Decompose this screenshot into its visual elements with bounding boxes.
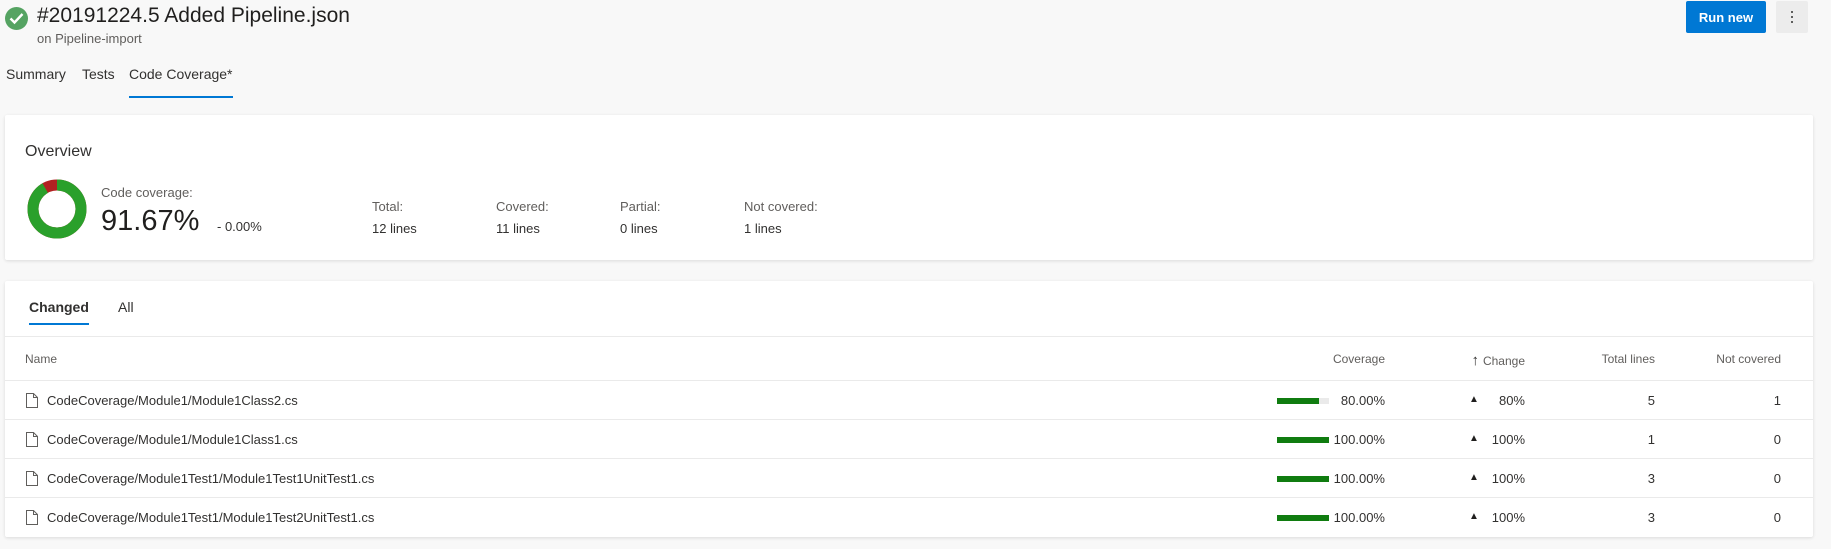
- not-covered-value: 1: [1773, 393, 1781, 408]
- code-coverage-change: - 0.00%: [217, 219, 262, 234]
- coverage-bar-fill: [1277, 398, 1319, 404]
- coverage-percent: 80.00%: [1340, 393, 1385, 408]
- change-percent: 100%: [1491, 471, 1525, 486]
- code-coverage-label: Code coverage:: [101, 185, 193, 200]
- file-name[interactable]: CodeCoverage/Module1/Module1Class1.cs: [47, 432, 298, 447]
- coverage-bar: [1277, 515, 1329, 521]
- table-row[interactable]: CodeCoverage/Module1Test1/Module1Test2Un…: [5, 498, 1813, 537]
- file-icon: [26, 393, 38, 408]
- branch-subtitle: on Pipeline-import: [37, 31, 142, 46]
- stat-total-value: 12 lines: [372, 221, 417, 236]
- stat-covered-label: Covered:: [496, 199, 549, 214]
- tab-code-coverage[interactable]: Code Coverage*: [129, 66, 233, 98]
- column-name[interactable]: Name: [25, 352, 57, 366]
- table-row[interactable]: CodeCoverage/Module1/Module1Class1.cs 10…: [5, 420, 1813, 459]
- not-covered-value: 0: [1773, 510, 1781, 525]
- column-change-label: Change: [1482, 354, 1525, 368]
- page-title: #20191224.5 Added Pipeline.json: [37, 4, 350, 27]
- coverage-donut-chart: [27, 179, 87, 239]
- overview-card: Overview Code coverage: 91.67% - 0.00% T…: [5, 115, 1813, 260]
- change-percent: 100%: [1491, 432, 1525, 447]
- tab-summary[interactable]: Summary: [6, 66, 66, 98]
- coverage-percent: 100.00%: [1333, 510, 1385, 525]
- triangle-up-icon: ▲: [1469, 472, 1479, 483]
- triangle-up-icon: ▲: [1469, 433, 1479, 444]
- success-check-icon: [5, 7, 28, 30]
- files-card: Changed All Name Coverage ↑ Change Total …: [5, 281, 1813, 537]
- total-lines-value: 5: [1647, 393, 1655, 408]
- column-coverage[interactable]: Coverage: [1333, 352, 1385, 366]
- change-percent: 80%: [1498, 393, 1525, 408]
- stat-total-label: Total:: [372, 199, 404, 214]
- coverage-bar: [1277, 398, 1329, 404]
- file-icon: [26, 510, 38, 525]
- change-percent: 100%: [1491, 510, 1525, 525]
- total-lines-value: 3: [1647, 471, 1655, 486]
- coverage-percent: 100.00%: [1333, 471, 1385, 486]
- column-change[interactable]: ↑ Change: [1471, 352, 1525, 369]
- subtab-all[interactable]: All: [118, 299, 134, 327]
- arrow-up-icon: ↑: [1471, 352, 1479, 369]
- coverage-bar: [1277, 476, 1329, 482]
- overview-title: Overview: [25, 143, 92, 160]
- total-lines-value: 3: [1647, 510, 1655, 525]
- stat-partial-value: 0 lines: [620, 221, 658, 236]
- coverage-percent: 100.00%: [1333, 432, 1385, 447]
- tab-tests[interactable]: Tests: [82, 66, 115, 98]
- total-lines-value: 1: [1647, 432, 1655, 447]
- table-row[interactable]: CodeCoverage/Module1Test1/Module1Test1Un…: [5, 459, 1813, 498]
- not-covered-value: 0: [1773, 471, 1781, 486]
- stat-not-covered-value: 1 lines: [744, 221, 782, 236]
- column-total-lines[interactable]: Total lines: [1602, 352, 1655, 366]
- more-options-button[interactable]: [1776, 1, 1808, 33]
- coverage-bar-fill: [1277, 437, 1329, 443]
- table-row[interactable]: CodeCoverage/Module1/Module1Class2.cs 80…: [5, 381, 1813, 420]
- code-coverage-value: 91.67%: [101, 205, 200, 237]
- file-icon: [26, 432, 38, 447]
- triangle-up-icon: ▲: [1469, 511, 1479, 522]
- stat-partial-label: Partial:: [620, 199, 661, 214]
- file-name[interactable]: CodeCoverage/Module1Test1/Module1Test2Un…: [47, 510, 374, 525]
- column-not-covered[interactable]: Not covered: [1716, 352, 1781, 366]
- file-icon: [26, 471, 38, 486]
- coverage-bar: [1277, 437, 1329, 443]
- table-header: Name Coverage ↑ Change Total lines Not co…: [5, 336, 1813, 381]
- triangle-up-icon: ▲: [1469, 394, 1479, 405]
- coverage-bar-fill: [1277, 476, 1329, 482]
- file-name[interactable]: CodeCoverage/Module1Test1/Module1Test1Un…: [47, 471, 374, 486]
- donut-covered-segment: [27, 179, 87, 239]
- stat-covered-value: 11 lines: [496, 221, 540, 236]
- stat-not-covered-label: Not covered:: [744, 199, 818, 214]
- page-header: #20191224.5 Added Pipeline.json on Pipel…: [0, 0, 1831, 110]
- file-name[interactable]: CodeCoverage/Module1/Module1Class2.cs: [47, 393, 298, 408]
- subtab-changed[interactable]: Changed: [29, 299, 89, 327]
- coverage-bar-fill: [1277, 515, 1329, 521]
- run-new-button[interactable]: Run new: [1686, 1, 1766, 33]
- not-covered-value: 0: [1773, 432, 1781, 447]
